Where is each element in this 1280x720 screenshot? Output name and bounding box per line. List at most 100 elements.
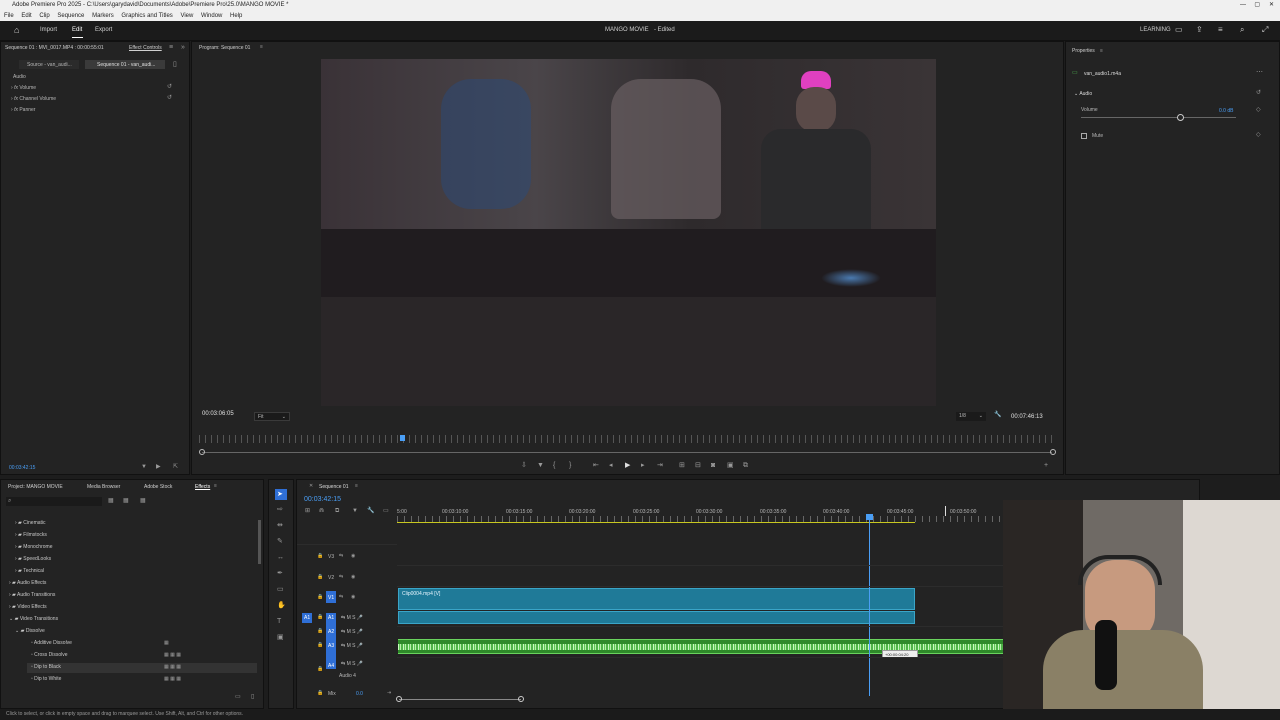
folder-monochrome[interactable]: › ▰ Monochrome	[15, 544, 52, 550]
extract-icon[interactable]: ⊟	[695, 462, 701, 469]
effect-cross-dissolve[interactable]: ▫ Cross Dissolve	[31, 652, 68, 658]
insert-icon[interactable]: ⇩	[521, 462, 527, 469]
minimize-icon[interactable]: —	[1240, 0, 1246, 11]
delete-icon[interactable]: ▯	[251, 694, 254, 701]
effects-menu-icon[interactable]: ≡	[214, 483, 217, 490]
more-icon[interactable]: ⋯	[1256, 69, 1263, 76]
close-tab-icon[interactable]: ✕	[309, 483, 313, 490]
volume-row[interactable]: › fx Volume	[11, 85, 36, 91]
channel-volume-row[interactable]: › fx Channel Volume	[11, 96, 56, 102]
add-marker-icon[interactable]: ▼	[352, 508, 358, 515]
source-tab-label[interactable]: Sequence 01 : MVI_0017.MP4 : 00:00:55:01	[5, 45, 104, 51]
eye-icon[interactable]: ◉	[351, 594, 355, 601]
mini-playhead[interactable]	[400, 435, 405, 441]
program-timecode[interactable]: 00:03:06:05	[202, 411, 234, 417]
lock-icon[interactable]: 🔒	[317, 690, 323, 697]
effect-dip-to-black[interactable]: ▫ Dip to Black	[31, 664, 61, 670]
learning-button[interactable]: LEARNING	[1140, 27, 1171, 33]
settings-wrench-icon[interactable]: 🔧	[994, 412, 1001, 419]
menu-file[interactable]: File	[4, 13, 14, 19]
lock-icon[interactable]: 🔒	[317, 574, 323, 581]
nest-icon[interactable]: ⊞	[305, 508, 310, 515]
snap-icon[interactable]: ⋒	[319, 508, 324, 515]
fullscreen-icon[interactable]: ⤢	[1262, 25, 1268, 35]
accelerated-icon[interactable]: ▦	[108, 498, 114, 505]
video-clip[interactable]: Clip0004.mp4 [V]	[398, 588, 915, 610]
marker-icon[interactable]: ▼	[537, 462, 544, 469]
toggle-timeline-icon[interactable]: ▯	[173, 61, 177, 68]
share-icon[interactable]: ⇪	[1196, 25, 1203, 34]
properties-title[interactable]: Properties	[1072, 48, 1095, 54]
volume-value[interactable]: 0.0 dB	[1219, 108, 1233, 114]
tab-media-browser[interactable]: Media Browser	[87, 484, 120, 490]
panel-menu-icon[interactable]: ≡	[169, 44, 173, 51]
lock-icon[interactable]: 🔒	[317, 553, 323, 560]
lift-icon[interactable]: ⊞	[679, 462, 685, 469]
lock-icon[interactable]: 🔒	[317, 628, 323, 635]
sequence-button[interactable]: Sequence 01 - van_audi...	[85, 60, 165, 69]
new-folder-icon[interactable]: ▭	[235, 694, 241, 701]
sequence-tab[interactable]: Sequence 01	[319, 484, 348, 490]
sync-lock-icon[interactable]: ⇆	[339, 594, 343, 601]
wrench-icon[interactable]: 🔧	[367, 508, 374, 515]
zoom-scrollbar[interactable]	[202, 452, 1052, 453]
linked-icon[interactable]: ⧉	[335, 508, 339, 515]
reset-channel-icon[interactable]: ↺	[167, 95, 172, 102]
tab-project[interactable]: Project: MANGO MOVIE	[8, 484, 63, 490]
ripple-edit-icon[interactable]: ⇹	[277, 522, 283, 529]
audio-target-strip[interactable]	[326, 613, 336, 669]
track-a1[interactable]: A1	[328, 615, 334, 621]
track-a3[interactable]: A3	[328, 643, 334, 649]
effect-controls-tab[interactable]: Effect Controls	[129, 45, 162, 51]
eye-icon[interactable]: ◉	[351, 553, 355, 560]
yuv-icon[interactable]: ▦	[140, 498, 146, 505]
track-v1[interactable]: V1	[328, 595, 334, 601]
timeline-scroll-left[interactable]	[396, 696, 402, 702]
expand-icon[interactable]: »	[181, 44, 185, 51]
type-icon[interactable]: T	[277, 618, 281, 625]
menu-sequence[interactable]: Sequence	[57, 13, 84, 19]
effects-scrollbar[interactable]	[258, 520, 261, 564]
razor-icon[interactable]: ✎	[277, 538, 283, 545]
effect-controls-timecode[interactable]: 00:03:42:15	[9, 465, 35, 471]
mark-out-icon[interactable]: }	[569, 462, 571, 469]
captions-icon[interactable]: ▭	[383, 508, 389, 515]
effects-search-input[interactable]: ⌕	[6, 497, 102, 506]
go-to-out-icon[interactable]: ⇥	[657, 462, 663, 469]
folder-video-transitions[interactable]: ⌄ ▰ Video Transitions	[9, 616, 58, 622]
menu-markers[interactable]: Markers	[92, 13, 114, 19]
reset-audio-icon[interactable]: ↺	[1256, 90, 1261, 97]
program-title[interactable]: Program: Sequence 01	[199, 45, 250, 51]
edit-tab[interactable]: Edit	[72, 27, 82, 33]
linked-audio-clip[interactable]	[398, 611, 915, 624]
a2-controls[interactable]: ⇆ M S 🎤	[341, 629, 363, 635]
home-icon[interactable]: ⌂	[14, 25, 19, 35]
sync-lock-icon[interactable]: ⇆	[339, 553, 343, 560]
menu-graphics[interactable]: Graphics and Titles	[121, 13, 172, 19]
out-marker[interactable]	[945, 506, 946, 516]
panner-row[interactable]: › fx Panner	[11, 107, 35, 113]
menu-icon[interactable]: ≡	[1218, 25, 1223, 34]
timeline-scroll-right[interactable]	[518, 696, 524, 702]
folder-cinematic[interactable]: › ▰ Cinematic	[15, 520, 46, 526]
workspace-icon[interactable]: ▭	[1175, 25, 1183, 34]
lock-icon[interactable]: 🔒	[317, 614, 323, 621]
work-area-bar[interactable]	[397, 522, 915, 523]
timeline-timecode[interactable]: 00:03:42:15	[304, 496, 341, 503]
menu-view[interactable]: View	[180, 13, 193, 19]
caption-icon[interactable]: ▣	[277, 634, 284, 641]
folder-dissolve[interactable]: ⌄ ▰ Dissolve	[15, 628, 45, 634]
maximize-icon[interactable]: ▢	[1254, 0, 1260, 11]
lock-icon[interactable]: 🔒	[317, 642, 323, 649]
tab-adobe-stock[interactable]: Adobe Stock	[144, 484, 172, 490]
source-button[interactable]: Source - van_audi...	[19, 60, 79, 69]
fit-select[interactable]: Fit ⌄	[254, 412, 290, 421]
export-tab[interactable]: Export	[95, 27, 112, 33]
program-menu-icon[interactable]: ≡	[260, 44, 263, 51]
properties-menu-icon[interactable]: ≡	[1100, 48, 1103, 55]
volume-slider[interactable]	[1081, 117, 1236, 118]
add-button-icon[interactable]: +	[1044, 462, 1048, 469]
folder-filmstocks[interactable]: › ▰ Filmstocks	[15, 532, 47, 538]
play-only-icon[interactable]: ▶	[156, 464, 161, 471]
step-forward-icon[interactable]: ▸	[641, 462, 645, 469]
